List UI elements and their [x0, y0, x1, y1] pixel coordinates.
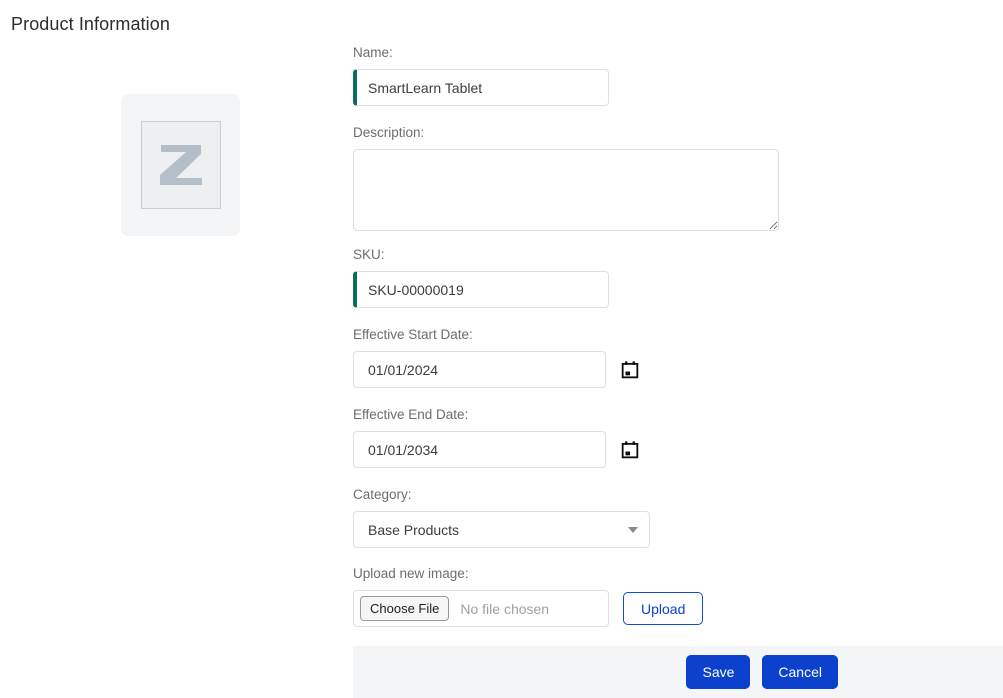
effective-end-date-label: Effective End Date:	[353, 406, 1003, 424]
category-select-wrap	[353, 511, 650, 548]
effective-start-date-input[interactable]	[353, 351, 606, 388]
effective-end-date-input[interactable]	[353, 431, 606, 468]
upload-button[interactable]: Upload	[623, 592, 703, 625]
sku-input[interactable]	[353, 271, 609, 308]
field-sku: SKU:	[353, 246, 1003, 308]
category-select[interactable]	[353, 511, 650, 548]
product-image-placeholder-icon	[155, 141, 207, 189]
description-textarea[interactable]	[353, 149, 779, 231]
category-label: Category:	[353, 486, 1003, 504]
footer-action-bar: Save Cancel	[353, 646, 1003, 698]
cancel-button[interactable]: Cancel	[762, 655, 838, 689]
name-input[interactable]	[353, 69, 609, 106]
save-button[interactable]: Save	[686, 655, 750, 689]
product-form: Name: Description: SKU: Effective Start …	[353, 44, 1003, 627]
description-label: Description:	[353, 124, 1003, 142]
sku-label: SKU:	[353, 246, 1003, 264]
file-status-text: No file chosen	[460, 601, 549, 617]
effective-start-date-label: Effective Start Date:	[353, 326, 1003, 344]
product-image-panel	[121, 94, 240, 236]
upload-image-label: Upload new image:	[353, 565, 1003, 583]
page-title: Product Information	[11, 12, 170, 36]
field-category: Category:	[353, 486, 1003, 548]
field-upload-image: Upload new image: Choose File No file ch…	[353, 565, 1003, 627]
product-image-frame	[141, 121, 221, 209]
upload-image-row: Choose File No file chosen Upload	[353, 590, 1003, 627]
calendar-icon[interactable]	[620, 360, 640, 380]
field-effective-end-date: Effective End Date:	[353, 406, 1003, 468]
choose-file-button[interactable]: Choose File	[360, 596, 449, 621]
calendar-icon[interactable]	[620, 440, 640, 460]
field-name: Name:	[353, 44, 1003, 106]
name-label: Name:	[353, 44, 1003, 62]
field-effective-start-date: Effective Start Date:	[353, 326, 1003, 388]
effective-start-date-row	[353, 351, 1003, 388]
effective-end-date-row	[353, 431, 1003, 468]
field-description: Description:	[353, 124, 1003, 231]
file-input[interactable]: Choose File No file chosen	[353, 590, 609, 627]
